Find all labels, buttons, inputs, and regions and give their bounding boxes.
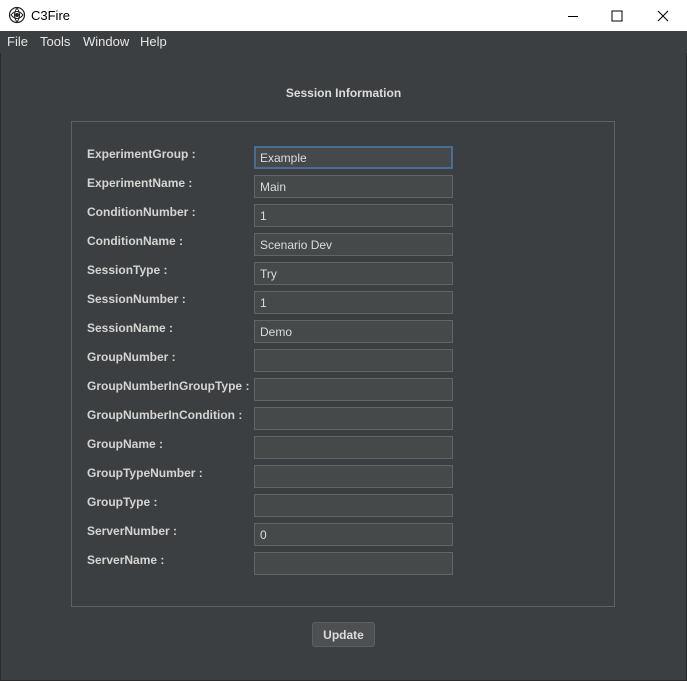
maximize-button[interactable]: [594, 0, 640, 31]
group-type-field[interactable]: [254, 494, 453, 517]
condition-name-field[interactable]: [254, 233, 453, 256]
label-condition-number: ConditionNumber :: [87, 205, 196, 219]
label-server-number: ServerNumber :: [87, 524, 178, 538]
group-number-in-group-type-field[interactable]: [254, 378, 453, 401]
label-session-number: SessionNumber :: [87, 292, 186, 306]
label-server-name: ServerName :: [87, 553, 165, 567]
minimize-button[interactable]: [550, 0, 596, 31]
minimize-icon: [567, 10, 579, 22]
server-number-field[interactable]: [254, 523, 453, 546]
label-session-type: SessionType :: [87, 263, 168, 277]
c3fire-logo-icon: [8, 6, 26, 24]
close-button[interactable]: [640, 0, 686, 31]
title-bar: C3Fire: [0, 0, 687, 31]
maximize-icon: [611, 10, 623, 22]
session-type-field[interactable]: [254, 262, 453, 285]
label-group-type: GroupType :: [87, 495, 158, 509]
session-number-field[interactable]: [254, 291, 453, 314]
label-condition-name: ConditionName :: [87, 234, 183, 248]
server-name-field[interactable]: [254, 552, 453, 575]
section-title: Session Information: [285, 86, 402, 100]
label-group-name: GroupName :: [87, 437, 164, 451]
experiment-group-field[interactable]: [254, 146, 453, 169]
condition-number-field[interactable]: [254, 204, 453, 227]
update-button[interactable]: Update: [312, 622, 375, 647]
group-number-field[interactable]: [254, 349, 453, 372]
experiment-name-field[interactable]: [254, 175, 453, 198]
menu-file[interactable]: File: [7, 34, 28, 49]
label-group-number-in-group-type: GroupNumberInGroupType :: [87, 379, 250, 393]
label-group-type-number: GroupTypeNumber :: [87, 466, 203, 480]
menu-tools[interactable]: Tools: [40, 34, 70, 49]
session-name-field[interactable]: [254, 320, 453, 343]
label-group-number: GroupNumber :: [87, 350, 176, 364]
menu-help[interactable]: Help: [140, 34, 167, 49]
group-name-field[interactable]: [254, 436, 453, 459]
label-session-name: SessionName :: [87, 321, 174, 335]
close-icon: [657, 10, 669, 22]
window-title: C3Fire: [31, 8, 71, 23]
menu-window[interactable]: Window: [83, 34, 129, 49]
label-experiment-group: ExperimentGroup :: [87, 147, 196, 161]
group-number-in-condition-field[interactable]: [254, 407, 453, 430]
label-group-number-in-condition: GroupNumberInCondition :: [87, 408, 243, 422]
group-type-number-field[interactable]: [254, 465, 453, 488]
label-experiment-name: ExperimentName :: [87, 176, 193, 190]
menu-bar: File Tools Window Help: [0, 31, 687, 53]
